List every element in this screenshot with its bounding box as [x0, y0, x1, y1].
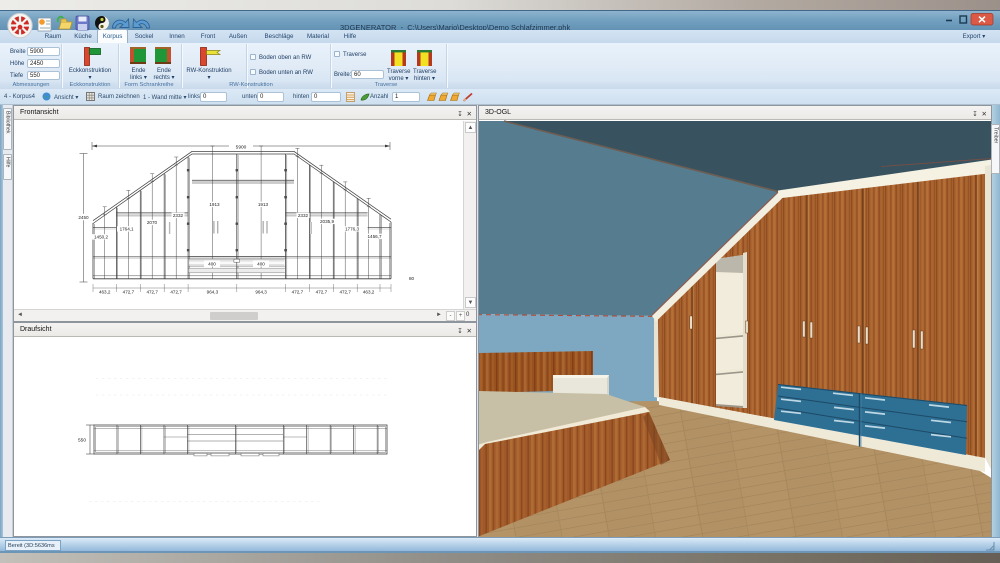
svg-text:2070: 2070	[147, 220, 158, 225]
svg-text:1764,1: 1764,1	[120, 227, 134, 232]
svg-text:964,3: 964,3	[255, 290, 267, 295]
svg-text:5900: 5900	[236, 145, 247, 151]
svg-text:472,7: 472,7	[339, 290, 351, 295]
svg-text:472,7: 472,7	[146, 290, 158, 295]
svg-text:964,3: 964,3	[207, 290, 219, 295]
svg-text:1456,7: 1456,7	[367, 234, 381, 239]
svg-text:1776,3: 1776,3	[345, 227, 359, 232]
svg-text:2332: 2332	[173, 213, 184, 218]
svg-text:472,7: 472,7	[170, 290, 182, 295]
svg-text:1913: 1913	[209, 202, 220, 207]
svg-text:472,7: 472,7	[292, 290, 304, 295]
svg-text:550: 550	[78, 438, 86, 444]
svg-text:463,2: 463,2	[363, 290, 375, 295]
svg-text:2450: 2450	[78, 215, 89, 220]
svg-text:2332: 2332	[298, 213, 309, 218]
svg-text:80: 80	[409, 276, 415, 281]
svg-text:472,7: 472,7	[316, 290, 328, 295]
svg-text:472,7: 472,7	[123, 290, 135, 295]
svg-text:1450,2: 1450,2	[94, 235, 108, 240]
svg-text:400: 400	[208, 261, 216, 266]
svg-text:1913: 1913	[258, 202, 269, 207]
svg-text:400: 400	[257, 261, 265, 266]
svg-text:2035,9: 2035,9	[320, 219, 334, 224]
svg-text:463,2: 463,2	[99, 290, 111, 295]
